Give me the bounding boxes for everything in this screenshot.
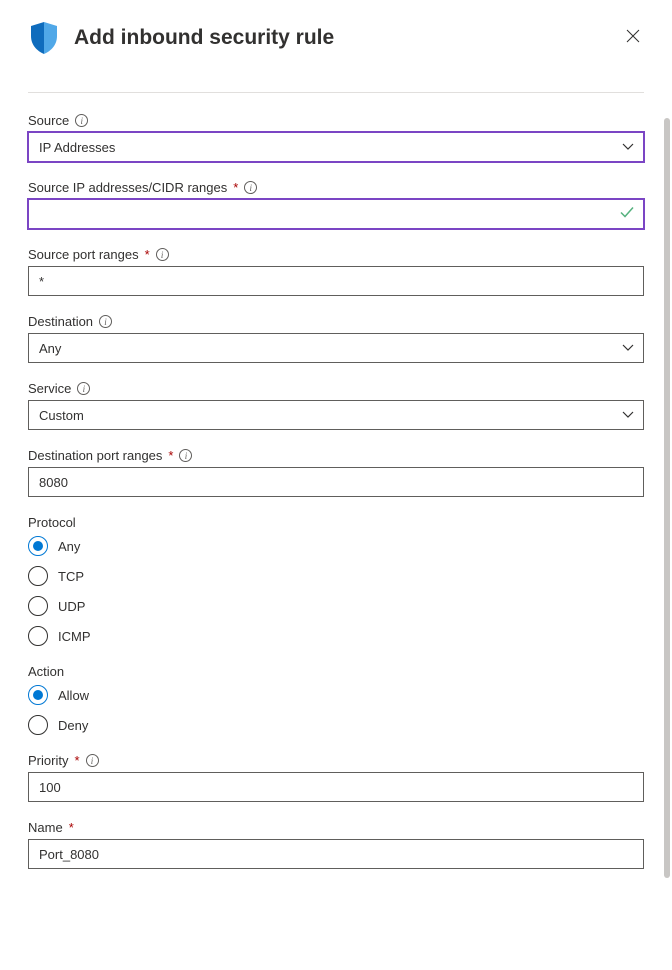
action-radio-group: Allow Deny	[28, 685, 644, 735]
scrollbar-thumb[interactable]	[664, 118, 670, 878]
action-radio-allow[interactable]: Allow	[28, 685, 644, 705]
info-icon[interactable]: i	[156, 248, 169, 261]
service-label: Service	[28, 381, 71, 396]
source-ip-input[interactable]	[28, 199, 644, 229]
panel-title: Add inbound security rule	[74, 26, 334, 50]
destination-label-row: Destination i	[28, 314, 644, 329]
service-label-row: Service i	[28, 381, 644, 396]
name-input[interactable]	[28, 839, 644, 869]
field-source-ip: Source IP addresses/CIDR ranges * i	[28, 180, 644, 229]
action-radio-deny[interactable]: Deny	[28, 715, 644, 735]
protocol-label-row: Protocol	[28, 515, 644, 530]
info-icon[interactable]: i	[99, 315, 112, 328]
panel-header: Add inbound security rule	[28, 20, 644, 92]
field-name: Name *	[28, 820, 644, 869]
destination-select-wrap: Any	[28, 333, 644, 363]
radio-label: Deny	[58, 718, 88, 733]
priority-input[interactable]	[28, 772, 644, 802]
field-source-port: Source port ranges * i	[28, 247, 644, 296]
name-label: Name	[28, 820, 63, 835]
destination-label: Destination	[28, 314, 93, 329]
action-label-row: Action	[28, 664, 644, 679]
radio-label: UDP	[58, 599, 85, 614]
scrollbar[interactable]	[664, 118, 670, 958]
shield-icon	[28, 20, 60, 56]
priority-label-row: Priority * i	[28, 753, 644, 768]
field-dest-port: Destination port ranges * i	[28, 448, 644, 497]
required-asterisk: *	[168, 448, 173, 463]
field-action: Action Allow Deny	[28, 664, 644, 735]
protocol-radio-tcp[interactable]: TCP	[28, 566, 644, 586]
source-select-wrap: IP Addresses	[28, 132, 644, 162]
radio-label: ICMP	[58, 629, 91, 644]
destination-select[interactable]: Any	[28, 333, 644, 363]
service-select[interactable]: Custom	[28, 400, 644, 430]
priority-label: Priority	[28, 753, 68, 768]
info-icon[interactable]: i	[75, 114, 88, 127]
radio-indicator	[28, 626, 48, 646]
radio-indicator	[28, 685, 48, 705]
radio-label: TCP	[58, 569, 84, 584]
protocol-label: Protocol	[28, 515, 76, 530]
source-label: Source	[28, 113, 69, 128]
close-button[interactable]	[622, 24, 644, 50]
service-select-wrap: Custom	[28, 400, 644, 430]
required-asterisk: *	[145, 247, 150, 262]
radio-label: Any	[58, 539, 80, 554]
source-ip-input-wrap	[28, 199, 644, 229]
source-ip-label-row: Source IP addresses/CIDR ranges * i	[28, 180, 644, 195]
radio-indicator	[28, 596, 48, 616]
source-port-label-row: Source port ranges * i	[28, 247, 644, 262]
required-asterisk: *	[69, 820, 74, 835]
info-icon[interactable]: i	[179, 449, 192, 462]
protocol-radio-group: Any TCP UDP ICMP	[28, 536, 644, 646]
radio-indicator	[28, 715, 48, 735]
radio-indicator	[28, 536, 48, 556]
field-destination: Destination i Any	[28, 314, 644, 363]
field-source: Source i IP Addresses	[28, 113, 644, 162]
dest-port-input[interactable]	[28, 467, 644, 497]
protocol-radio-icmp[interactable]: ICMP	[28, 626, 644, 646]
source-port-label: Source port ranges	[28, 247, 139, 262]
field-service: Service i Custom	[28, 381, 644, 430]
source-label-row: Source i	[28, 113, 644, 128]
dest-port-label-row: Destination port ranges * i	[28, 448, 644, 463]
radio-label: Allow	[58, 688, 89, 703]
radio-indicator	[28, 566, 48, 586]
protocol-radio-any[interactable]: Any	[28, 536, 644, 556]
info-icon[interactable]: i	[86, 754, 99, 767]
action-label: Action	[28, 664, 64, 679]
source-port-input[interactable]	[28, 266, 644, 296]
protocol-radio-udp[interactable]: UDP	[28, 596, 644, 616]
source-ip-label: Source IP addresses/CIDR ranges	[28, 180, 227, 195]
source-select[interactable]: IP Addresses	[28, 132, 644, 162]
dest-port-label: Destination port ranges	[28, 448, 162, 463]
required-asterisk: *	[74, 753, 79, 768]
required-asterisk: *	[233, 180, 238, 195]
name-label-row: Name *	[28, 820, 644, 835]
divider	[28, 92, 644, 93]
field-protocol: Protocol Any TCP UDP ICMP	[28, 515, 644, 646]
info-icon[interactable]: i	[244, 181, 257, 194]
field-priority: Priority * i	[28, 753, 644, 802]
info-icon[interactable]: i	[77, 382, 90, 395]
